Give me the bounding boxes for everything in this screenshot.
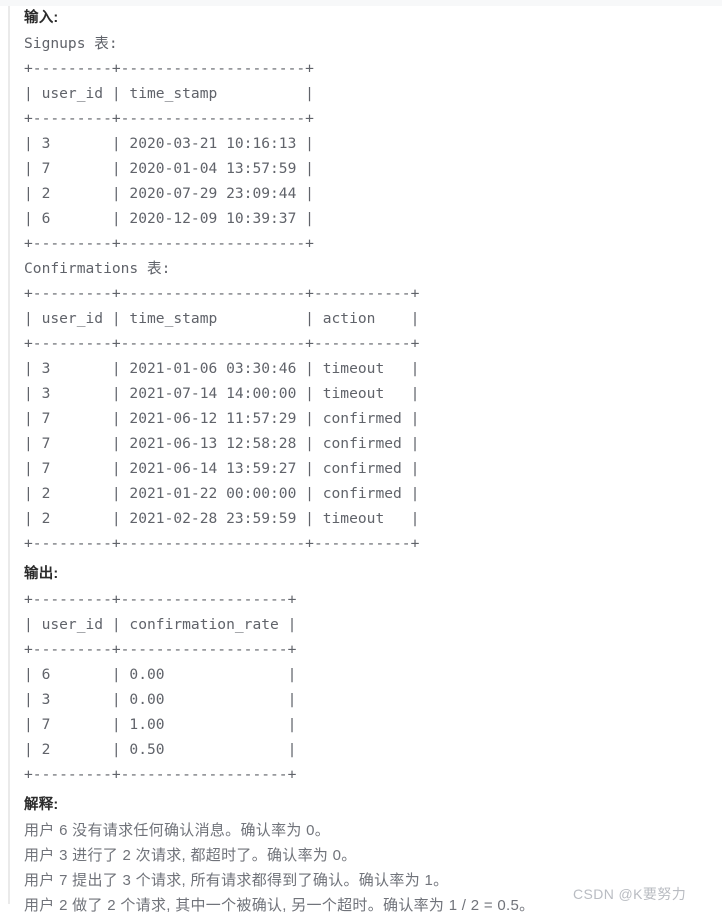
problem-statement-content: 输入: Signups 表: +---------+--------------… [24, 6, 722, 918]
output-section-heading: 输出: [24, 566, 59, 582]
signups-ascii-table: +---------+---------------------+ | user… [24, 60, 314, 252]
confirmations-ascii-table: +---------+---------------------+-------… [24, 285, 420, 552]
output-ascii-table: +---------+-------------------+ | user_i… [24, 591, 297, 783]
explanation-section-heading: 解释: [24, 797, 59, 813]
blockquote-left-rule [8, 6, 10, 904]
input-section-heading: 输入: [24, 10, 59, 26]
signups-table-caption: Signups 表: [24, 35, 118, 52]
explanation-line: 用户 3 进行了 2 次请求, 都超时了。确认率为 0。 [24, 847, 357, 864]
explanation-line: 用户 6 没有请求任何确认消息。确认率为 0。 [24, 822, 331, 839]
confirmations-table-caption: Confirmations 表: [24, 260, 171, 277]
csdn-watermark: CSDN @K要努力 [573, 886, 687, 902]
